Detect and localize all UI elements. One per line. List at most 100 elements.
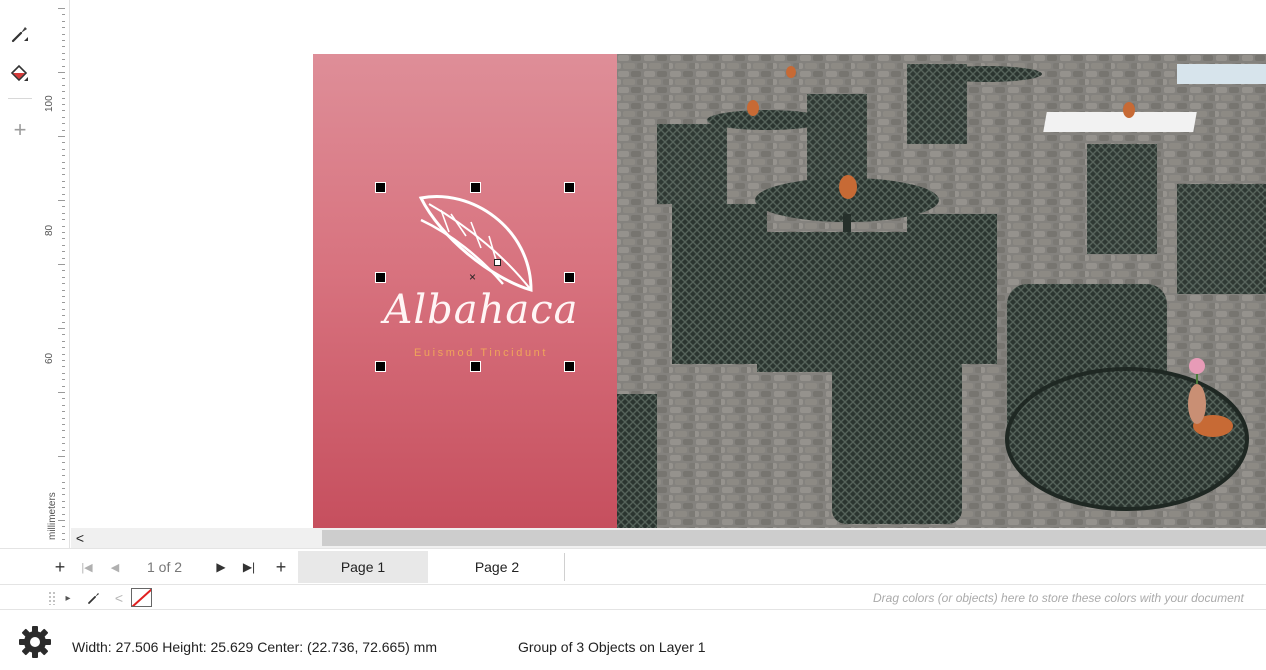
ruler-tick xyxy=(62,161,65,163)
previous-page-button[interactable]: ◀ xyxy=(106,557,124,577)
ruler-tick xyxy=(62,27,65,29)
scroll-left-button[interactable]: < xyxy=(71,528,89,548)
ruler-tick xyxy=(62,500,65,502)
selection-handle-bottom-right[interactable] xyxy=(564,361,575,372)
ruler-tick xyxy=(62,436,65,438)
ruler-tick xyxy=(58,520,65,521)
add-tool-button[interactable]: + xyxy=(6,116,34,144)
ruler-tick xyxy=(62,251,65,253)
gear-icon[interactable] xyxy=(18,625,52,659)
ruler-tick xyxy=(62,289,65,291)
ruler-label-80: 80 xyxy=(44,224,55,236)
add-page-after-button[interactable]: + xyxy=(272,557,290,577)
ruler-tick xyxy=(62,321,65,323)
ruler-tick xyxy=(58,72,65,73)
ruler-tick xyxy=(62,539,65,541)
selection-info: Group of 3 Objects on Layer 1 xyxy=(518,639,706,655)
ruler-tick xyxy=(62,232,65,233)
ruler-tick xyxy=(62,84,65,86)
tab-page-1[interactable]: Page 1 xyxy=(298,551,428,583)
ruler-tick xyxy=(62,276,65,278)
ruler-tick xyxy=(62,212,65,214)
ruler-tick xyxy=(62,225,65,227)
ruler-tick xyxy=(62,494,65,496)
ruler-tick xyxy=(62,91,65,93)
palette-grip[interactable] xyxy=(48,591,56,605)
ruler-tick xyxy=(58,456,65,457)
ruler-tick xyxy=(62,430,65,432)
status-bar: Width: 27.506 Height: 25.629 Center: (22… xyxy=(0,611,1266,670)
ruler-tick xyxy=(62,65,65,67)
ruler-tick xyxy=(62,116,65,118)
fill-tool[interactable] xyxy=(6,60,34,88)
last-page-button[interactable]: ▶| xyxy=(238,557,260,577)
palette-expand-button[interactable]: ▸ xyxy=(62,589,74,607)
ruler-tick xyxy=(62,340,65,342)
palette-eyedropper-button[interactable] xyxy=(84,589,104,607)
ruler-tick xyxy=(62,468,65,470)
no-color-swatch[interactable] xyxy=(131,588,152,607)
ruler-tick xyxy=(62,308,65,310)
node-handle[interactable] xyxy=(494,259,501,266)
ruler-tick xyxy=(62,507,65,509)
ruler-tick xyxy=(62,104,65,105)
selection-handle-top-left[interactable] xyxy=(375,182,386,193)
selection-handle-middle-left[interactable] xyxy=(375,272,386,283)
drawing-canvas[interactable]: Albahaca Euismod Tincidunt × xyxy=(71,0,1266,528)
ruler-tick xyxy=(62,462,65,464)
ruler-tick xyxy=(58,392,65,393)
paint-bucket-icon xyxy=(10,64,28,82)
corel-app-window: + 100 80 60 millimeters Albahaca Euismod… xyxy=(0,0,1266,670)
ruler-tick xyxy=(62,532,65,534)
ruler-tick xyxy=(62,238,65,240)
ruler-tick xyxy=(62,366,65,368)
ruler-tick xyxy=(62,302,65,304)
toolbox-separator xyxy=(8,98,32,99)
ruler-tick xyxy=(62,481,65,483)
eyedropper-icon xyxy=(11,27,28,43)
ruler-tick xyxy=(62,404,65,406)
eyedropper-tool[interactable] xyxy=(6,20,34,48)
palette-drop-hint: Drag colors (or objects) here to store t… xyxy=(873,591,1244,605)
ruler-tick xyxy=(62,110,65,112)
ruler-tick xyxy=(62,283,65,285)
scroll-thumb[interactable] xyxy=(322,530,1266,546)
ruler-tick xyxy=(62,398,65,400)
ruler-label-60: 60 xyxy=(44,352,55,364)
ruler-tick xyxy=(62,187,65,189)
ruler-tick xyxy=(62,206,65,208)
ruler-tick xyxy=(62,52,65,54)
brand-name-text[interactable]: Albahaca xyxy=(381,287,581,333)
palette-scroll-left-button[interactable]: < xyxy=(112,589,126,607)
ruler-tick xyxy=(58,8,65,9)
tagline-text[interactable]: Euismod Tincidunt xyxy=(381,347,581,359)
selection-handle-middle-right[interactable] xyxy=(564,272,575,283)
ruler-tick xyxy=(62,379,65,381)
ruler-tick xyxy=(62,129,65,131)
selection-dimensions: Width: 27.506 Height: 25.629 Center: (22… xyxy=(72,639,437,655)
vertical-ruler[interactable]: 100 80 60 xyxy=(40,0,70,548)
first-page-button[interactable]: |◀ xyxy=(76,557,98,577)
cafe-photo[interactable] xyxy=(617,54,1266,528)
ruler-tick xyxy=(62,443,65,445)
ruler-tick xyxy=(62,244,65,246)
next-page-button[interactable]: ▶ xyxy=(212,557,230,577)
ruler-tick xyxy=(62,174,65,176)
ruler-tick xyxy=(62,40,65,41)
selection-handle-bottom-left[interactable] xyxy=(375,361,386,372)
ruler-tick xyxy=(58,264,65,265)
add-page-before-button[interactable]: + xyxy=(52,557,68,577)
ruler-tick xyxy=(62,20,65,22)
ruler-tick xyxy=(62,385,65,387)
selection-handle-bottom-center[interactable] xyxy=(470,361,481,372)
selection-handle-top-right[interactable] xyxy=(564,182,575,193)
selection-handle-top-center[interactable] xyxy=(470,182,481,193)
eyedropper-icon xyxy=(88,593,99,604)
ruler-tick xyxy=(62,59,65,61)
tab-page-2[interactable]: Page 2 xyxy=(430,551,564,583)
ruler-tick xyxy=(62,296,65,297)
center-marker-icon[interactable]: × xyxy=(469,271,476,283)
leaf-logo-icon[interactable] xyxy=(411,188,551,298)
horizontal-scrollbar[interactable]: < xyxy=(71,528,1266,548)
ruler-tick xyxy=(62,14,65,16)
